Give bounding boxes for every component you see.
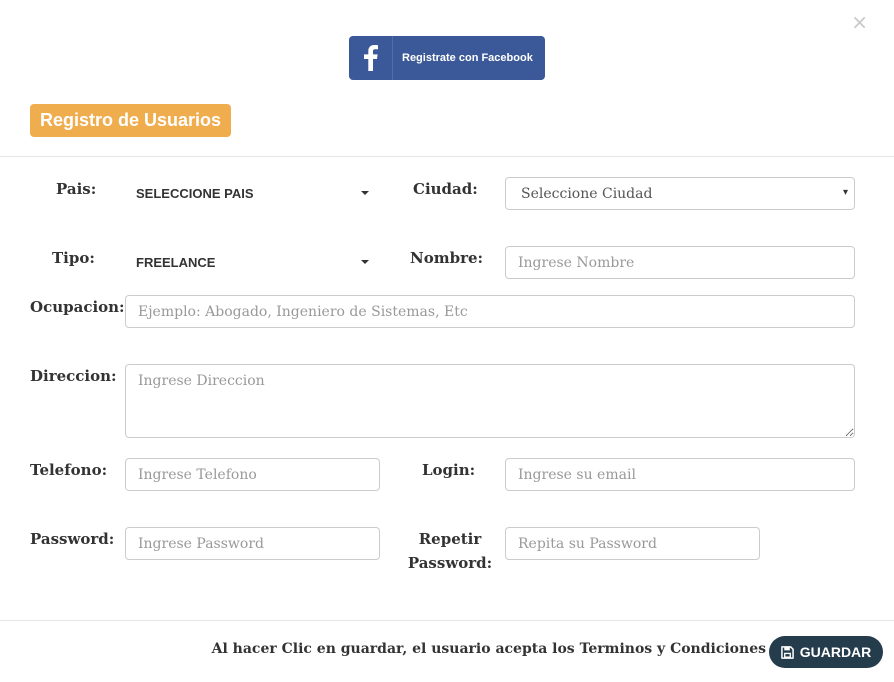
facebook-f-icon <box>349 36 393 80</box>
facebook-register-button[interactable]: Registrate con Facebook <box>349 36 545 80</box>
pais-select[interactable]: SELECCIONE PAIS <box>125 177 379 210</box>
ciudad-label: Ciudad: <box>413 180 478 198</box>
ciudad-select-value: Seleccione Ciudad <box>521 185 653 202</box>
close-icon[interactable]: × <box>851 12 868 32</box>
nombre-label: Nombre: <box>410 249 484 267</box>
repeat-password-input[interactable] <box>505 527 760 560</box>
dropdown-arrow-icon: ▾ <box>842 187 848 198</box>
footer-divider <box>0 620 894 621</box>
save-button-label: GUARDAR <box>799 644 872 660</box>
telefono-input[interactable] <box>125 458 380 491</box>
password-label: Password: <box>30 530 115 548</box>
pais-label: Pais: <box>56 180 97 198</box>
tipo-label: Tipo: <box>52 249 95 267</box>
floppy-disk-icon <box>780 645 794 659</box>
direccion-label: Direccion: <box>30 367 117 385</box>
repeat-password-label-line1: Repetir <box>418 530 482 548</box>
repeat-password-label-line2: Password: <box>407 554 493 572</box>
caret-down-icon <box>361 191 369 195</box>
pais-select-value: SELECCIONE PAIS <box>136 186 254 201</box>
facebook-button-label: Registrate con Facebook <box>402 52 533 64</box>
nombre-input[interactable] <box>505 246 855 279</box>
login-input[interactable] <box>505 458 855 491</box>
caret-down-icon <box>361 260 369 264</box>
terms-text: Al hacer Clic en guardar, el usuario ace… <box>211 641 766 657</box>
save-button[interactable]: GUARDAR <box>769 636 883 668</box>
page-title-badge: Registro de Usuarios <box>30 104 232 137</box>
repeat-password-label: Repetir Password: <box>405 527 495 575</box>
ocupacion-input[interactable] <box>125 295 855 328</box>
direccion-textarea[interactable] <box>125 364 855 438</box>
ocupacion-label: Ocupacion: <box>30 298 125 316</box>
login-label: Login: <box>422 461 476 479</box>
telefono-label: Telefono: <box>30 461 108 479</box>
header-divider <box>0 156 894 157</box>
tipo-select-value: FREELANCE <box>136 255 216 270</box>
password-input[interactable] <box>125 527 380 560</box>
ciudad-select[interactable]: Seleccione Ciudad ▾ <box>505 177 855 210</box>
tipo-select[interactable]: FREELANCE <box>125 246 379 279</box>
